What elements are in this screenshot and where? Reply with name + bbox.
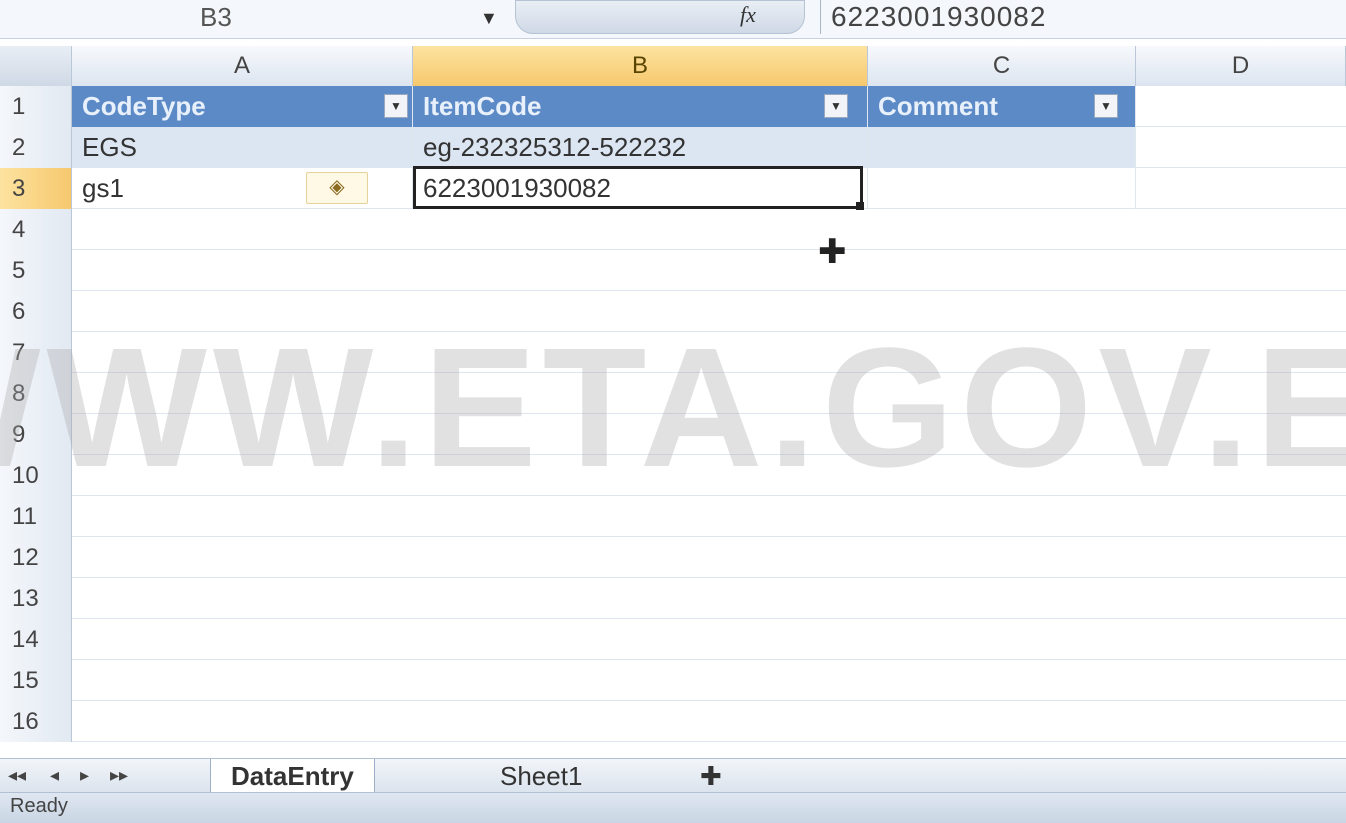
formula-input[interactable]: 6223001930082 bbox=[820, 0, 1046, 34]
column-header-d[interactable]: D bbox=[1136, 46, 1346, 86]
first-sheet-icon[interactable]: ◂◂ bbox=[8, 765, 26, 786]
cell-c2[interactable] bbox=[868, 127, 1136, 168]
tab-sheet1[interactable]: Sheet1 bbox=[480, 759, 602, 793]
table-row: 5 bbox=[0, 250, 1346, 291]
row-header[interactable]: 1 bbox=[0, 86, 72, 127]
status-text: Ready bbox=[10, 795, 68, 817]
column-header-a[interactable]: A bbox=[72, 46, 413, 86]
row-header[interactable]: 15 bbox=[0, 660, 72, 701]
table-row: 1 CodeType ▼ ItemCode ▼ Comment ▼ bbox=[0, 86, 1346, 127]
table-row: 13 bbox=[0, 578, 1346, 619]
filter-dropdown-icon[interactable]: ▼ bbox=[384, 94, 408, 118]
formula-bar: B3 ▼ fx 6223001930082 bbox=[0, 0, 1346, 39]
filter-dropdown-icon[interactable]: ▼ bbox=[824, 94, 848, 118]
row-header[interactable]: 14 bbox=[0, 619, 72, 660]
cell-b2[interactable]: eg-232325312-522232 bbox=[413, 127, 868, 168]
prev-sheet-icon[interactable]: ◂ bbox=[50, 765, 59, 786]
row-header[interactable]: 11 bbox=[0, 496, 72, 537]
table-row: 14 bbox=[0, 619, 1346, 660]
column-header-c[interactable]: C bbox=[868, 46, 1136, 86]
row-header[interactable]: 12 bbox=[0, 537, 72, 578]
insert-sheet-icon[interactable]: ✚ bbox=[680, 759, 742, 793]
table-row: 9 bbox=[0, 414, 1346, 455]
table-row: 16 bbox=[0, 701, 1346, 742]
row-header[interactable]: 16 bbox=[0, 701, 72, 742]
table-row: 8 bbox=[0, 373, 1346, 414]
row-header[interactable]: 6 bbox=[0, 291, 72, 332]
column-headers: A B C D bbox=[0, 46, 1346, 86]
cell-a2[interactable]: EGS bbox=[72, 127, 413, 168]
header-cell-itemcode[interactable]: ItemCode bbox=[413, 86, 868, 127]
row-header[interactable]: 9 bbox=[0, 414, 72, 455]
table-row: 11 bbox=[0, 496, 1346, 537]
row-header[interactable]: 8 bbox=[0, 373, 72, 414]
tab-dataentry[interactable]: DataEntry bbox=[210, 759, 375, 793]
next-sheet-icon[interactable]: ▸ bbox=[80, 765, 89, 786]
row-header[interactable]: 3 bbox=[0, 168, 72, 209]
status-bar: Ready bbox=[0, 792, 1346, 823]
table-row: 12 bbox=[0, 537, 1346, 578]
name-box[interactable]: B3 bbox=[120, 0, 450, 34]
fill-handle[interactable] bbox=[856, 202, 864, 210]
name-box-dropdown-icon[interactable]: ▼ bbox=[480, 8, 498, 29]
table-row: 7 bbox=[0, 332, 1346, 373]
smart-tag-icon[interactable]: ◈ bbox=[306, 172, 368, 204]
select-all-button[interactable] bbox=[0, 46, 72, 86]
table-row: 15 bbox=[0, 660, 1346, 701]
filter-dropdown-icon[interactable]: ▼ bbox=[1094, 94, 1118, 118]
table-row: 2 EGS eg-232325312-522232 bbox=[0, 127, 1346, 168]
cell-c3[interactable] bbox=[868, 168, 1136, 209]
sheet-tabs-bar: ◂◂ ◂ ▸ ▸▸ DataEntry Sheet1 ✚ bbox=[0, 758, 1346, 793]
formula-tools bbox=[515, 0, 805, 34]
column-header-b[interactable]: B bbox=[413, 46, 868, 86]
row-header[interactable]: 4 bbox=[0, 209, 72, 250]
row-header[interactable]: 7 bbox=[0, 332, 72, 373]
row-header[interactable]: 13 bbox=[0, 578, 72, 619]
insert-function-icon[interactable]: fx bbox=[740, 2, 756, 28]
table-row: 4 bbox=[0, 209, 1346, 250]
row-header[interactable]: 5 bbox=[0, 250, 72, 291]
cell-cursor-icon: ✚ bbox=[818, 233, 847, 271]
header-cell-codetype[interactable]: CodeType bbox=[72, 86, 413, 127]
row-header[interactable]: 10 bbox=[0, 455, 72, 496]
row-header[interactable]: 2 bbox=[0, 127, 72, 168]
active-cell-outline[interactable] bbox=[413, 166, 863, 209]
table-row: 10 bbox=[0, 455, 1346, 496]
table-row: 6 bbox=[0, 291, 1346, 332]
last-sheet-icon[interactable]: ▸▸ bbox=[110, 765, 128, 786]
